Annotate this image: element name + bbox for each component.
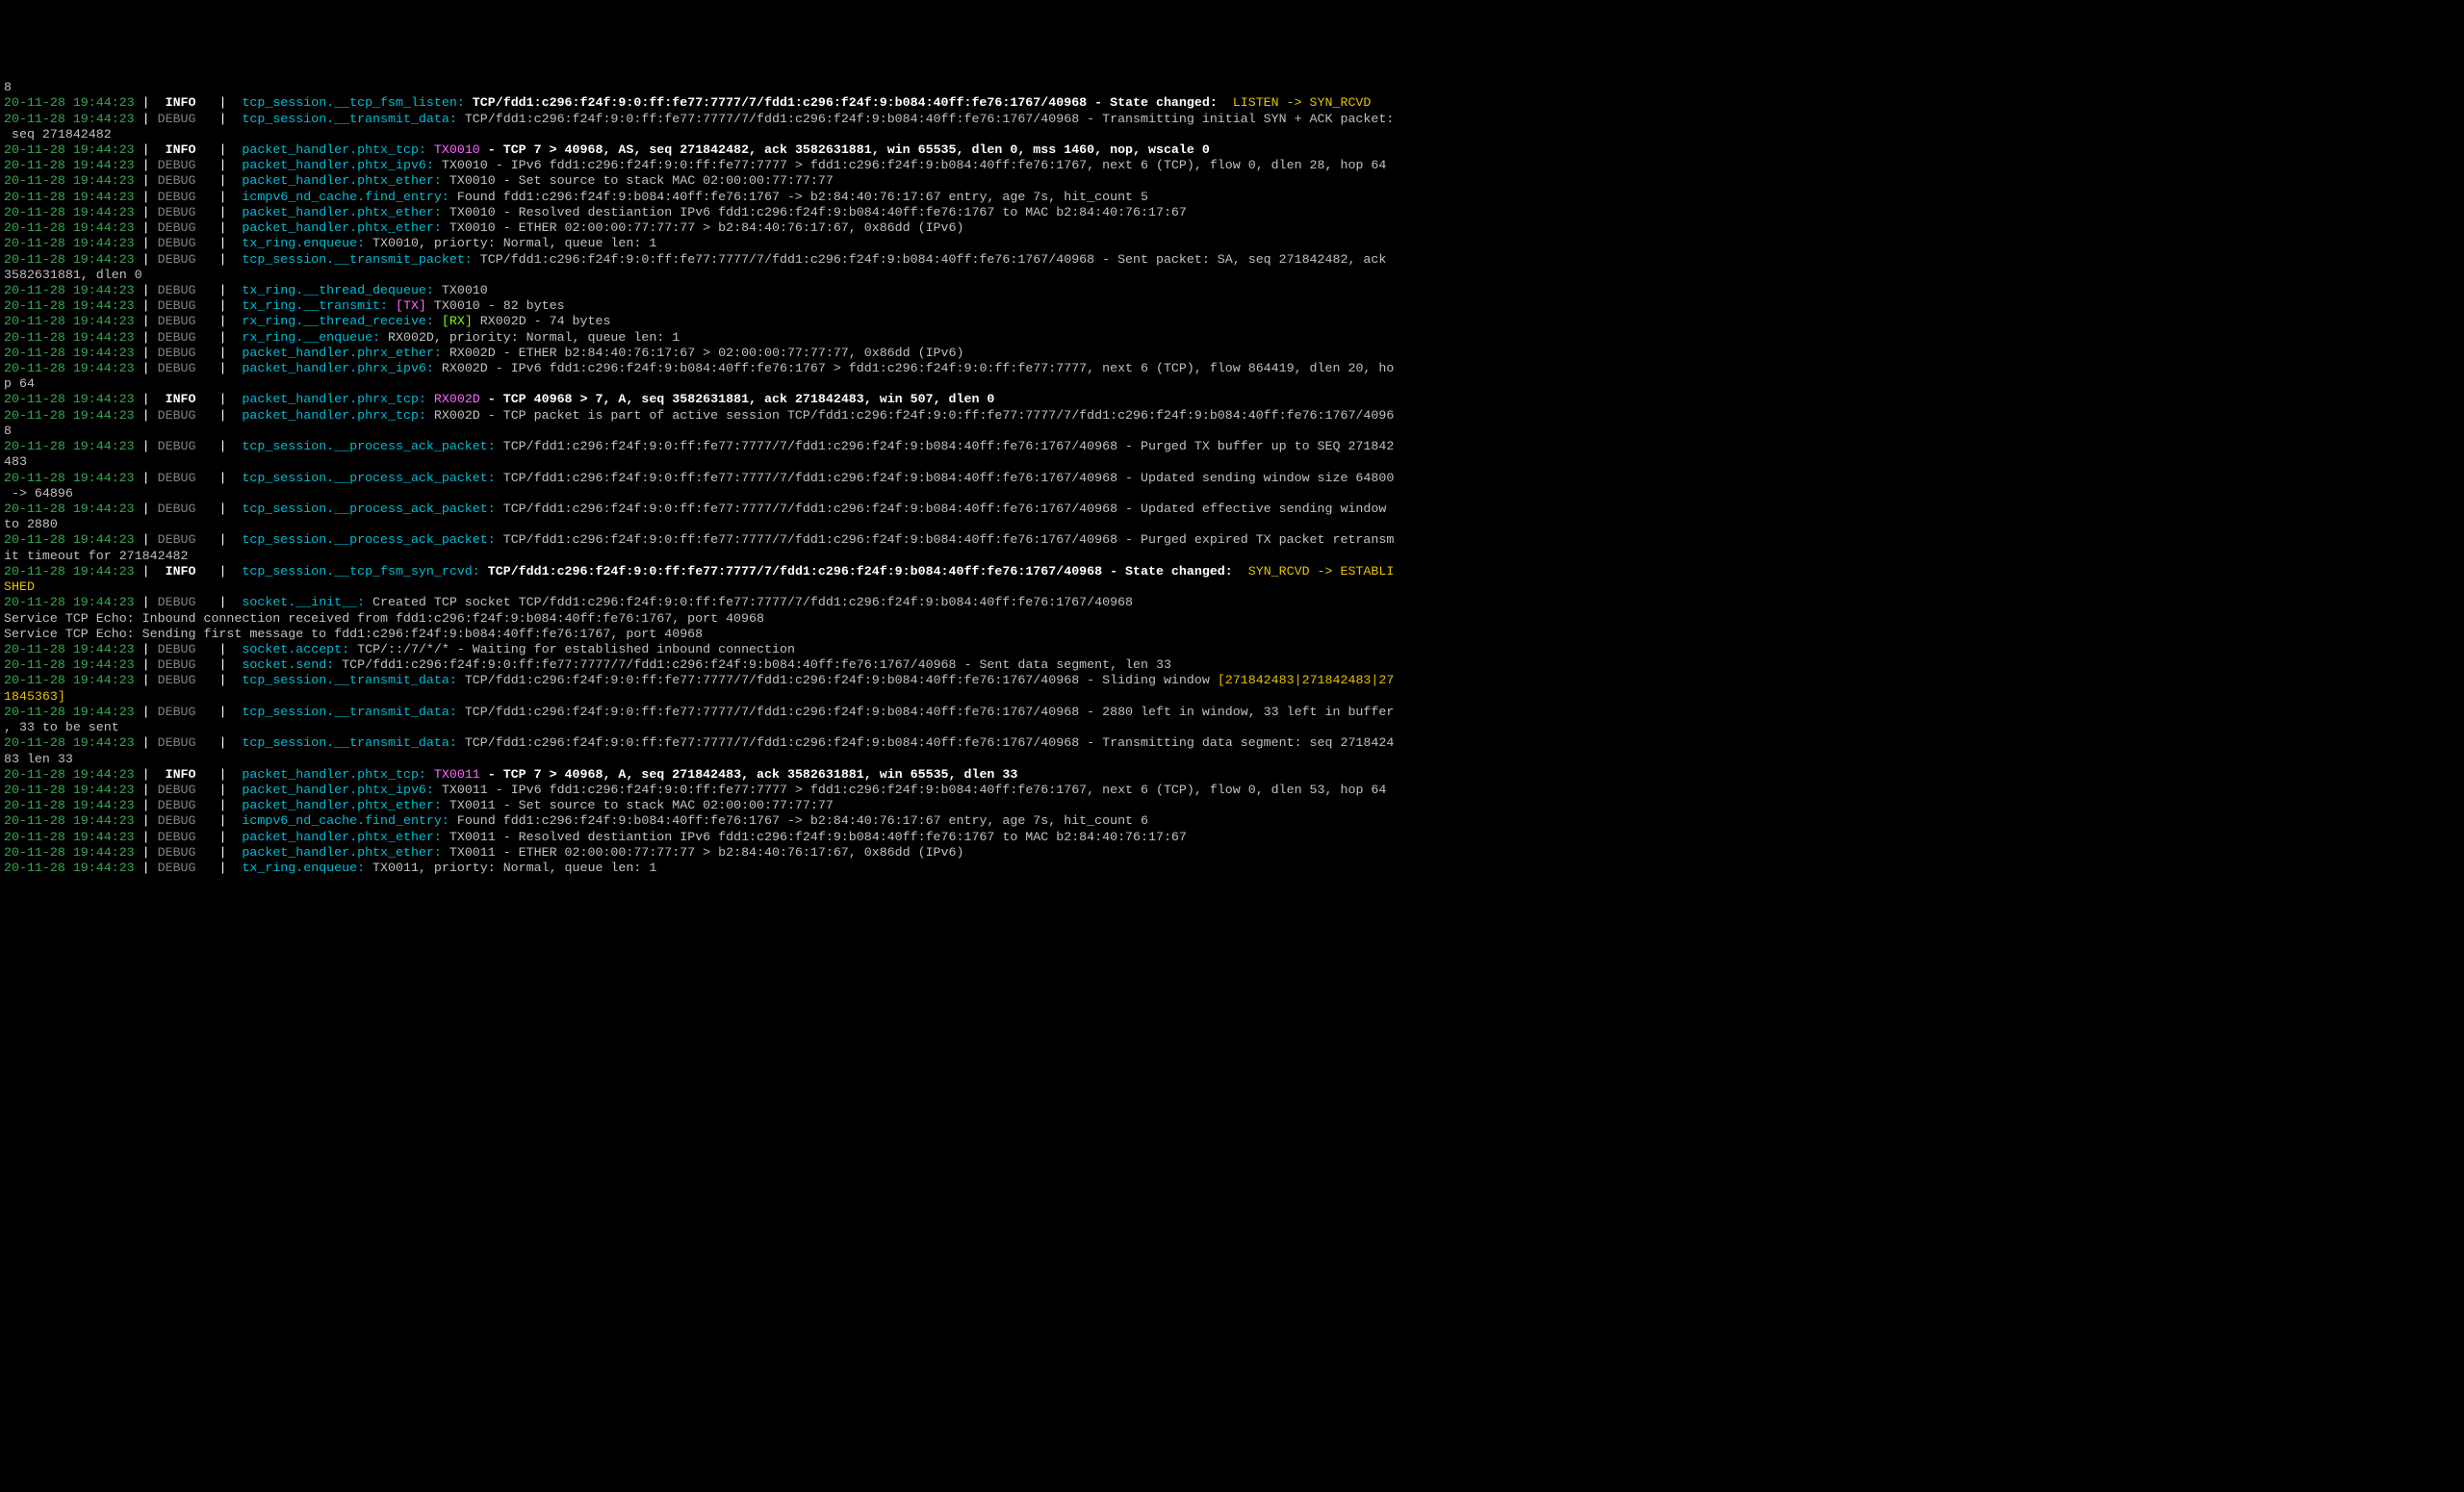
log-line: 20-11-28 19:44:23 | DEBUG | icmpv6_nd_ca… — [4, 190, 2460, 205]
log-line: 20-11-28 19:44:23 | DEBUG | packet_handl… — [4, 783, 2460, 798]
log-line: 20-11-28 19:44:23 | INFO | packet_handle… — [4, 142, 2460, 158]
log-line: 20-11-28 19:44:23 | INFO | packet_handle… — [4, 392, 2460, 407]
log-line: 20-11-28 19:44:23 | DEBUG | tcp_session.… — [4, 502, 2460, 517]
log-line: 20-11-28 19:44:23 | INFO | packet_handle… — [4, 767, 2460, 783]
log-line: 3582631881, dlen 0 — [4, 268, 2460, 283]
log-line: 20-11-28 19:44:23 | DEBUG | packet_handl… — [4, 798, 2460, 813]
log-line: 8 — [4, 80, 2460, 95]
log-line: 1845363] — [4, 689, 2460, 705]
log-line: 20-11-28 19:44:23 | DEBUG | rx_ring.__th… — [4, 314, 2460, 329]
log-line: 20-11-28 19:44:23 | DEBUG | tx_ring.__tr… — [4, 298, 2460, 314]
log-line: 20-11-28 19:44:23 | DEBUG | socket.accep… — [4, 642, 2460, 657]
log-line: 20-11-28 19:44:23 | INFO | tcp_session._… — [4, 95, 2460, 111]
log-line: 20-11-28 19:44:23 | DEBUG | packet_handl… — [4, 205, 2460, 220]
log-line: 483 — [4, 454, 2460, 470]
log-line: 20-11-28 19:44:23 | DEBUG | packet_handl… — [4, 830, 2460, 845]
log-line: -> 64896 — [4, 486, 2460, 502]
log-line: 20-11-28 19:44:23 | DEBUG | packet_handl… — [4, 346, 2460, 361]
log-line: 20-11-28 19:44:23 | DEBUG | tcp_session.… — [4, 735, 2460, 751]
log-line: 20-11-28 19:44:23 | DEBUG | socket.send:… — [4, 657, 2460, 673]
log-line: 20-11-28 19:44:23 | DEBUG | packet_handl… — [4, 845, 2460, 861]
log-line: to 2880 — [4, 517, 2460, 532]
log-line: 20-11-28 19:44:23 | DEBUG | tcp_session.… — [4, 252, 2460, 268]
log-line: p 64 — [4, 376, 2460, 392]
log-line: 20-11-28 19:44:23 | DEBUG | tcp_session.… — [4, 471, 2460, 486]
log-line: 20-11-28 19:44:23 | DEBUG | tx_ring.enqu… — [4, 236, 2460, 251]
log-line: , 33 to be sent — [4, 720, 2460, 735]
log-line: 20-11-28 19:44:23 | DEBUG | packet_handl… — [4, 361, 2460, 376]
log-line: 20-11-28 19:44:23 | DEBUG | tx_ring.enqu… — [4, 861, 2460, 876]
log-line: it timeout for 271842482 — [4, 549, 2460, 564]
log-line: seq 271842482 — [4, 127, 2460, 142]
log-line: 20-11-28 19:44:23 | DEBUG | tcp_session.… — [4, 439, 2460, 454]
log-line: 20-11-28 19:44:23 | INFO | tcp_session._… — [4, 564, 2460, 579]
log-line: 20-11-28 19:44:23 | DEBUG | packet_handl… — [4, 158, 2460, 173]
log-line: 20-11-28 19:44:23 | DEBUG | tcp_session.… — [4, 532, 2460, 548]
log-line: 20-11-28 19:44:23 | DEBUG | icmpv6_nd_ca… — [4, 813, 2460, 829]
log-line: 8 — [4, 424, 2460, 439]
log-line: Service TCP Echo: Inbound connection rec… — [4, 611, 2460, 627]
log-line: 20-11-28 19:44:23 | DEBUG | socket.__ini… — [4, 595, 2460, 610]
terminal-log[interactable]: 820-11-28 19:44:23 | INFO | tcp_session.… — [0, 78, 2464, 878]
log-line: 83 len 33 — [4, 752, 2460, 767]
log-line: 20-11-28 19:44:23 | DEBUG | rx_ring.__en… — [4, 330, 2460, 346]
log-line: Service TCP Echo: Sending first message … — [4, 627, 2460, 642]
log-line: SHED — [4, 579, 2460, 595]
log-line: 20-11-28 19:44:23 | DEBUG | tx_ring.__th… — [4, 283, 2460, 298]
log-line: 20-11-28 19:44:23 | DEBUG | packet_handl… — [4, 220, 2460, 236]
log-line: 20-11-28 19:44:23 | DEBUG | tcp_session.… — [4, 673, 2460, 688]
log-line: 20-11-28 19:44:23 | DEBUG | tcp_session.… — [4, 112, 2460, 127]
log-line: 20-11-28 19:44:23 | DEBUG | tcp_session.… — [4, 705, 2460, 720]
log-line: 20-11-28 19:44:23 | DEBUG | packet_handl… — [4, 408, 2460, 424]
log-line: 20-11-28 19:44:23 | DEBUG | packet_handl… — [4, 173, 2460, 189]
